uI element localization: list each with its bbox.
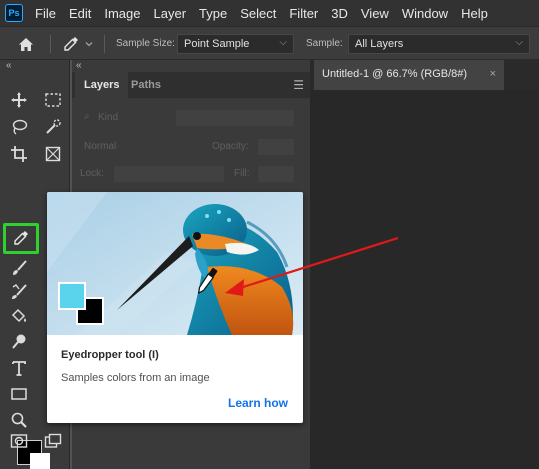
screen-mode-button[interactable] [40, 429, 66, 453]
crop-icon [11, 146, 27, 162]
eyedropper-icon [14, 231, 28, 245]
sample-size-select[interactable]: Point Sample ⌵ [177, 34, 294, 54]
quick-mask-button[interactable] [6, 429, 32, 453]
lasso-tool[interactable] [6, 115, 32, 139]
collapse-toolbar-icon[interactable]: « [6, 60, 12, 71]
panel-menu-icon[interactable]: ☰ [293, 78, 304, 92]
panel-tab-bar: Layers Paths ☰ [72, 72, 310, 98]
quick-mask-icon [10, 434, 28, 448]
document-tab[interactable]: Untitled-1 @ 66.7% (RGB/8#) × [314, 60, 504, 90]
menu-view[interactable]: View [361, 6, 389, 21]
lasso-icon [12, 119, 28, 135]
document-tab-bar: Untitled-1 @ 66.7% (RGB/8#) × [310, 60, 539, 90]
sample-select[interactable]: All Layers ⌵ [348, 34, 530, 54]
chevron-down-icon [85, 42, 93, 47]
options-bar: Sample Size: Point Sample ⌵ Sample: All … [0, 26, 539, 60]
fill-field[interactable] [258, 166, 294, 182]
tooltip-title: Eyedropper tool (I) [61, 349, 159, 361]
collapse-panels-icon[interactable]: « [76, 60, 82, 71]
move-icon [11, 92, 27, 108]
menu-filter[interactable]: Filter [289, 6, 318, 21]
fill-label: Fill: [234, 168, 250, 179]
menu-layer[interactable]: Layer [154, 6, 187, 21]
frame-icon [45, 146, 61, 162]
clone-stamp-tool[interactable] [6, 280, 32, 304]
quick-select-icon [46, 119, 61, 134]
filter-icons [176, 110, 294, 126]
home-icon [19, 37, 33, 51]
screen-mode-icon [44, 433, 62, 448]
menu-3d[interactable]: 3D [331, 6, 348, 21]
menu-select[interactable]: Select [240, 6, 276, 21]
paint-bucket-icon [11, 308, 26, 323]
crop-tool[interactable] [6, 142, 32, 166]
menu-help[interactable]: Help [461, 6, 488, 21]
layer-filter-row: ⌕ Kind [80, 108, 302, 128]
chevron-down-icon: ⌵ [515, 37, 523, 48]
sample-size-value: Point Sample [184, 38, 250, 50]
menu-type[interactable]: Type [199, 6, 227, 21]
type-icon [12, 361, 26, 376]
move-tool[interactable] [6, 88, 32, 112]
dodge-tool[interactable] [6, 330, 32, 354]
quick-select-tool[interactable] [40, 115, 66, 139]
eyedropper-icon [64, 37, 78, 51]
sample-value: All Layers [355, 38, 404, 50]
opacity-field[interactable] [258, 139, 294, 155]
paint-bucket-tool[interactable] [6, 304, 32, 328]
options-separator [104, 35, 105, 53]
document-tab-title: Untitled-1 @ 66.7% (RGB/8#) [322, 68, 468, 80]
dodge-icon [12, 334, 26, 349]
sample-label: Sample: [306, 38, 343, 49]
marquee-icon [45, 93, 61, 107]
sample-size-label: Sample Size: [116, 38, 175, 49]
kingfisher-illustration [47, 192, 303, 335]
eyedropper-tool[interactable] [8, 226, 34, 250]
menu-bar: Ps File Edit Image Layer Type Select Fil… [0, 0, 539, 26]
zoom-icon [11, 412, 27, 428]
tab-paths[interactable]: Paths [122, 72, 170, 98]
brush-tool[interactable] [6, 256, 32, 280]
close-icon[interactable]: × [490, 60, 496, 88]
menu-edit[interactable]: Edit [69, 6, 91, 21]
learn-how-link[interactable]: Learn how [228, 396, 288, 410]
clone-stamp-icon [12, 284, 27, 299]
menu-file[interactable]: File [35, 6, 56, 21]
menu-window[interactable]: Window [402, 6, 448, 21]
lock-label: Lock: [80, 168, 104, 179]
rectangle-tool[interactable] [6, 382, 32, 406]
home-button[interactable] [14, 33, 38, 55]
rectangle-icon [11, 388, 27, 400]
marquee-tool[interactable] [40, 88, 66, 112]
chevron-down-icon: ⌵ [279, 37, 287, 48]
canvas-area[interactable] [310, 90, 539, 469]
search-icon: ⌕ [84, 111, 90, 122]
blend-row: Normal Opacity: [80, 137, 302, 157]
tool-preset-picker[interactable] [62, 34, 98, 54]
photoshop-logo: Ps [5, 4, 23, 22]
tool-tooltip-card: Eyedropper tool (I) Samples colors from … [47, 192, 303, 423]
lock-row: Lock: Fill: [80, 164, 302, 184]
layer-filter-kind[interactable]: Kind [98, 112, 118, 123]
options-separator [50, 35, 51, 53]
tooltip-description: Samples colors from an image [61, 372, 210, 384]
background-color-swatch[interactable] [30, 453, 50, 469]
frame-tool[interactable] [40, 142, 66, 166]
menu-image[interactable]: Image [104, 6, 140, 21]
brush-icon [13, 260, 27, 275]
type-tool[interactable] [6, 356, 32, 380]
tab-layers[interactable]: Layers [75, 72, 129, 98]
blend-mode-select[interactable]: Normal [84, 141, 116, 152]
lock-icons [114, 166, 224, 182]
opacity-label: Opacity: [212, 141, 249, 152]
